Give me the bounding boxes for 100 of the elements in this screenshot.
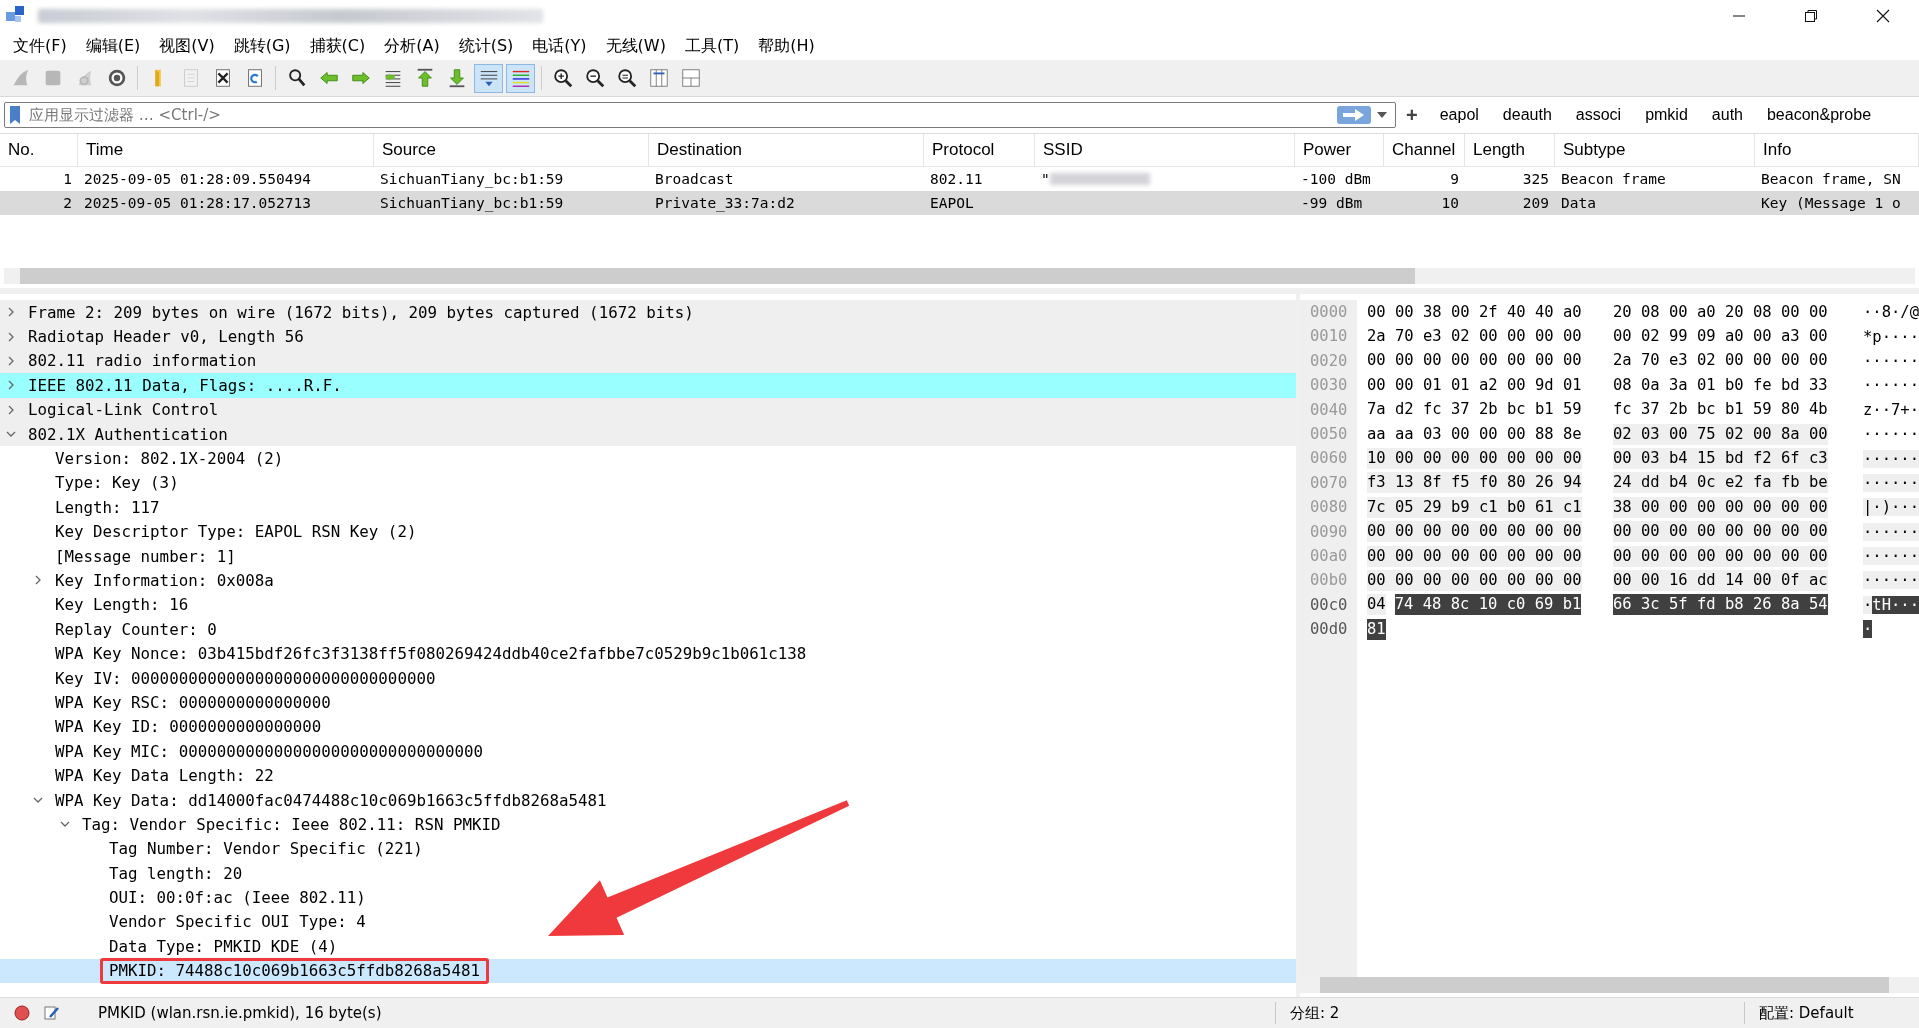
chevron-icon[interactable] <box>6 307 16 318</box>
column-header[interactable]: Power <box>1295 134 1384 166</box>
ascii-text[interactable]: tH··· <box>1872 595 1919 614</box>
menu-item[interactable]: 跳转(G) <box>224 35 300 57</box>
hex-bytes[interactable]: 00 00 00 00 00 00 00 00 <box>1367 350 1582 372</box>
tree-row[interactable]: IEEE 802.11 Data, Flags: ....R.F. <box>0 373 1296 398</box>
tree-row[interactable]: WPA Key ID: 0000000000000000 <box>0 714 1296 740</box>
hex-bytes[interactable]: 00 00 38 00 2f 40 40 a0 <box>1367 301 1582 323</box>
ascii-text[interactable]: z··7+· <box>1863 400 1919 419</box>
filter-button[interactable]: associ <box>1563 106 1634 124</box>
pencil-icon[interactable] <box>44 1005 60 1021</box>
tree-row[interactable]: Key Descriptor Type: EAPOL RSN Key (2) <box>0 519 1296 544</box>
tree-row[interactable]: Data Type: PMKID KDE (4) <box>0 934 1296 959</box>
hex-bytes[interactable]: 24 dd b4 0c e2 fa fb be <box>1613 472 1828 494</box>
tree-row[interactable]: Tag length: 20 <box>0 861 1296 886</box>
tree-row[interactable]: Tag: Vendor Specific: Ieee 802.11: RSN PMKID <box>0 812 1296 837</box>
ascii-text[interactable]: ······ <box>1863 522 1919 541</box>
column-header[interactable]: SSID <box>1035 134 1295 166</box>
column-header[interactable]: Length <box>1465 134 1555 166</box>
hex-bytes[interactable]: 00 03 b4 15 bd f2 6f c3 <box>1613 448 1828 470</box>
tree-row[interactable]: [Message number: 1] <box>0 543 1296 569</box>
tree-row[interactable]: Key IV: 00000000000000000000000000000000 <box>0 665 1296 691</box>
hex-bytes[interactable]: 00 02 99 09 a0 00 a3 00 <box>1613 326 1828 348</box>
column-header[interactable]: No. <box>0 134 78 166</box>
hex-bytes[interactable]: 00 00 16 dd 14 00 0f ac <box>1613 570 1828 591</box>
tree-row[interactable]: Length: 117 <box>0 495 1296 520</box>
menu-item[interactable]: 捕获(C) <box>300 35 375 57</box>
tree-row[interactable]: Vendor Specific OUI Type: 4 <box>0 909 1296 935</box>
tree-row[interactable]: Key Information: 0x008a <box>0 568 1296 593</box>
hex-bytes[interactable]: 00 00 00 00 00 00 00 00 <box>1613 545 1828 567</box>
hex-bytes[interactable]: 74 48 8c 10 c0 69 b1 <box>1394 594 1582 616</box>
hex-bytes[interactable]: 2a 70 e3 02 00 00 00 00 <box>1613 350 1828 372</box>
tree-row[interactable]: 802.1X Authentication <box>0 421 1296 447</box>
hex-bytes[interactable]: 02 03 00 75 02 00 8a 00 <box>1613 423 1828 445</box>
status-dot-icon[interactable] <box>14 1005 30 1021</box>
ascii-text[interactable]: |·)··· <box>1863 498 1919 517</box>
hex-bytes[interactable]: 10 00 00 00 00 00 00 00 <box>1367 448 1582 470</box>
tree-row[interactable]: WPA Key Nonce: 03b415bdf26fc3f3138ff5f080269424ddb40ce2fafbbe7c0529b9c1b061c138 <box>0 641 1296 666</box>
ascii-text[interactable]: ······ <box>1863 473 1919 492</box>
hex-bytes[interactable]: 38 00 00 00 00 00 00 00 <box>1613 496 1828 518</box>
column-header[interactable]: Source <box>374 134 649 166</box>
hex-bytes[interactable]: 04 <box>1367 594 1386 616</box>
tree-row[interactable]: WPA Key MIC: 00000000000000000000000000000000 <box>0 739 1296 764</box>
display-filter-field[interactable]: 应用显示过滤器 … <Ctrl-/> <box>4 102 1396 128</box>
ascii-text[interactable]: ······ <box>1863 571 1919 590</box>
chevron-icon[interactable] <box>6 380 16 391</box>
hex-bytes[interactable]: 7c 05 29 b9 c1 b0 61 c1 <box>1367 496 1582 518</box>
chevron-icon[interactable] <box>33 795 43 805</box>
column-header[interactable]: Destination <box>649 134 924 166</box>
filter-button[interactable]: eapol <box>1427 106 1491 124</box>
close-icon[interactable] <box>1875 8 1891 24</box>
hex-bytes[interactable]: fc 37 2b bc b1 59 80 4b <box>1613 399 1828 421</box>
hex-bytes[interactable]: 2a 70 e3 02 00 00 00 00 <box>1367 326 1582 348</box>
menu-item[interactable]: 编辑(E) <box>76 35 150 57</box>
hex-bytes[interactable]: 00 00 01 01 a2 00 9d 01 <box>1367 374 1582 396</box>
tree-row[interactable]: PMKID: 74488c10c069b1663c5ffdb8268a5481 <box>0 958 1296 983</box>
hex-bytes[interactable]: 66 3c 5f fd b8 26 8a 54 <box>1613 594 1828 616</box>
tree-row[interactable]: Radiotap Header v0, Length 56 <box>0 324 1296 349</box>
filter-button[interactable]: auth <box>1699 106 1755 124</box>
ascii-text[interactable]: *p···· <box>1863 327 1919 346</box>
bookmark-icon[interactable] <box>9 105 21 125</box>
scrollbar[interactable] <box>4 268 1915 284</box>
chevron-icon[interactable] <box>33 575 43 586</box>
hex-bytes[interactable]: 20 08 00 a0 20 08 00 00 <box>1613 301 1828 323</box>
tree-row[interactable]: WPA Key RSC: 0000000000000000 <box>0 690 1296 715</box>
chevron-icon[interactable] <box>6 331 16 342</box>
ascii-text[interactable]: · <box>1863 595 1873 614</box>
ascii-text[interactable]: ······ <box>1863 376 1919 395</box>
filter-button[interactable]: beacon&probe <box>1754 106 1884 124</box>
hex-bytes[interactable]: 81 <box>1367 618 1386 640</box>
chevron-icon[interactable] <box>6 355 16 366</box>
tree-row[interactable]: Version: 802.1X-2004 (2) <box>0 446 1296 471</box>
menu-item[interactable]: 统计(S) <box>449 35 523 57</box>
hex-bytes[interactable]: 00 00 00 00 00 00 00 00 <box>1367 521 1582 543</box>
tree-row[interactable]: 802.11 radio information <box>0 348 1296 374</box>
ascii-text[interactable]: ······ <box>1863 425 1919 444</box>
menu-item[interactable]: 文件(F) <box>4 35 76 57</box>
ascii-text[interactable]: ······ <box>1863 449 1919 468</box>
hex-bytes[interactable]: 7a d2 fc 37 2b bc b1 59 <box>1367 399 1582 421</box>
hex-bytes[interactable]: 00 00 00 00 00 00 00 00 <box>1367 570 1582 591</box>
tree-row[interactable]: Tag Number: Vendor Specific (221) <box>0 836 1296 861</box>
tree-row[interactable]: Key Length: 16 <box>0 592 1296 618</box>
tree-row[interactable]: WPA Key Data: dd14000fac0474488c10c069b1663c5ffdb8268a5481 <box>0 787 1296 813</box>
column-header[interactable]: Time <box>78 134 374 166</box>
column-header[interactable]: Subtype <box>1555 134 1755 166</box>
hex-bytes[interactable]: 00 00 00 00 00 00 00 00 <box>1367 545 1582 567</box>
column-header[interactable]: Channel <box>1384 134 1465 166</box>
tree-row[interactable]: WPA Key Data Length: 22 <box>0 763 1296 788</box>
hex-bytes[interactable]: f3 13 8f f5 f0 80 26 94 <box>1367 472 1582 494</box>
dropdown-caret-icon[interactable] <box>1377 112 1387 118</box>
menu-item[interactable]: 帮助(H) <box>749 35 824 57</box>
tree-row[interactable]: Type: Key (3) <box>0 470 1296 496</box>
ascii-text[interactable]: ··8·/@ <box>1863 303 1919 322</box>
tree-row[interactable]: Frame 2: 209 bytes on wire (1672 bits), 209 bytes captured (1672 bits) <box>0 300 1296 325</box>
tree-row[interactable]: OUI: 00:0f:ac (Ieee 802.11) <box>0 885 1296 910</box>
menu-item[interactable]: 工具(T) <box>675 35 749 57</box>
tree-row[interactable]: Logical-Link Control <box>0 397 1296 422</box>
ascii-text[interactable]: ······ <box>1863 351 1919 370</box>
filter-button[interactable]: pmkid <box>1633 106 1700 124</box>
packet-row[interactable]: 2 2025-09-05 01:28:17.052713 SichuanTiany_bc:b1:59 Private_33:7a:d2 EAPOL -99 dBm 10 209 Data Key (Message 1 o <box>0 191 1919 215</box>
